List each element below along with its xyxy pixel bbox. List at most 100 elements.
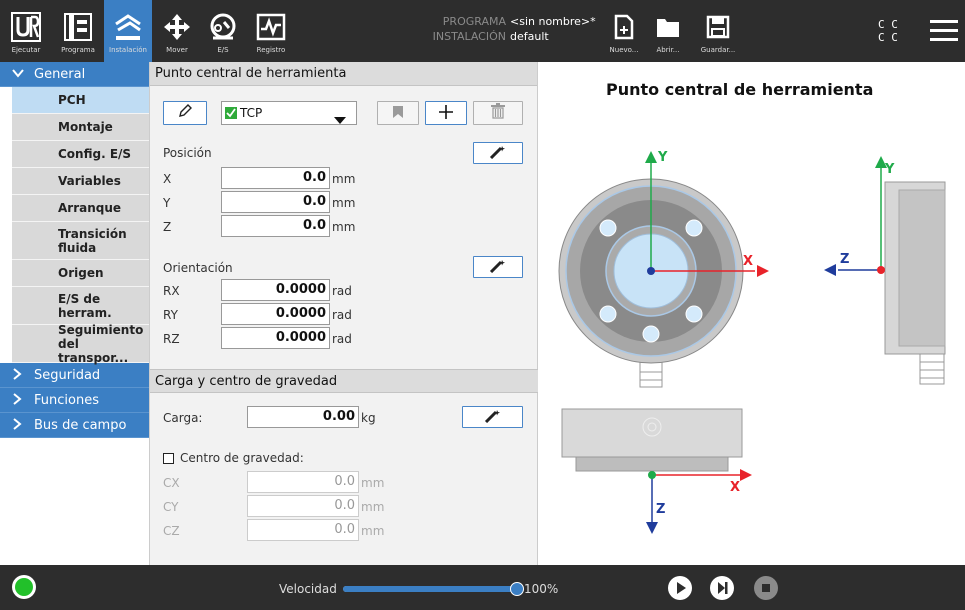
speed-slider-thumb[interactable] [510, 582, 524, 596]
program-icon [63, 10, 93, 44]
new-file-label: Nuevo... [609, 46, 639, 54]
top-x-axis-label: X [730, 480, 741, 495]
top-z-axis-label: Z [656, 502, 666, 517]
magic-wand-icon [484, 408, 502, 427]
payload-field[interactable]: 0.00 [247, 406, 359, 428]
cog-cx-unit: mm [361, 476, 385, 490]
position-y-field[interactable]: 0.0 [221, 191, 330, 213]
program-info: PROGRAMA <sin nombre>* INSTALACIÓN default [430, 14, 596, 44]
trash-icon [491, 103, 505, 123]
position-z-field[interactable]: 0.0 [221, 215, 330, 237]
sidebar-item-transicion[interactable]: Transición fluida [12, 222, 149, 260]
tcp-select-value: TCP [240, 106, 263, 120]
orientation-rz-field[interactable]: 0.0000 [221, 327, 330, 349]
cog-cz-field[interactable]: 0.0 [247, 519, 359, 541]
move-button[interactable]: Mover [156, 0, 198, 62]
move-icon [163, 10, 191, 44]
sidebar-group-label: Seguridad [34, 367, 101, 383]
orientation-label: Orientación [163, 261, 233, 275]
program-key: PROGRAMA [442, 15, 506, 28]
sidebar-group-label: General [34, 66, 86, 82]
sidebar-item-pch[interactable]: PCH [12, 87, 149, 114]
sidebar-item-arranque[interactable]: Arranque [12, 195, 149, 222]
cog-cy-label: CY [163, 500, 179, 514]
ur-logo-icon [11, 10, 41, 44]
sidebar-group-label: Funciones [34, 392, 99, 408]
add-tcp-button[interactable] [425, 101, 467, 125]
bookmark-icon [392, 104, 404, 123]
power-status-button[interactable] [12, 575, 36, 599]
sidebar-item-label: Seguimiento del transpor... [58, 322, 144, 365]
log-button[interactable]: Registro [248, 0, 294, 62]
sidebar-item-label: Config. E/S [58, 147, 132, 161]
save-file-label: Guardar... [700, 46, 736, 54]
tab-installation[interactable]: Instalación [104, 0, 152, 62]
front-y-axis-label: Y [658, 150, 668, 165]
payload-wizard-button[interactable] [462, 406, 523, 428]
speed-slider[interactable] [343, 582, 524, 596]
position-x-unit: mm [332, 172, 356, 186]
new-file-button[interactable]: Nuevo... [602, 0, 646, 62]
cog-checkbox[interactable] [163, 453, 174, 464]
sidebar-item-origen[interactable]: Origen [12, 260, 149, 287]
sidebar-item-es-herram[interactable]: E/S de herram. [12, 287, 149, 325]
delete-tcp-button[interactable] [473, 101, 523, 125]
cc-line-1: C C [878, 18, 898, 31]
cog-cx-field[interactable]: 0.0 [247, 471, 359, 493]
position-label: Posición [163, 146, 212, 160]
sidebar-item-label: PCH [58, 93, 86, 107]
sidebar-item-montaje[interactable]: Montaje [12, 114, 149, 141]
move-label: Mover [166, 46, 188, 54]
open-file-label: Abrir... [656, 46, 680, 54]
cog-label: Centro de gravedad: [180, 451, 304, 465]
orientation-rx-field[interactable]: 0.0000 [221, 279, 330, 301]
position-z-unit: mm [332, 220, 356, 234]
orientation-ry-label: RY [163, 308, 178, 322]
step-button[interactable] [710, 576, 734, 604]
orientation-ry-field[interactable]: 0.0000 [221, 303, 330, 325]
play-icon [668, 576, 692, 600]
top-bar: Ejecutar Programa Instalación Mover E/S … [0, 0, 965, 62]
tab-run[interactable]: Ejecutar [0, 0, 52, 62]
orientation-wizard-button[interactable] [473, 256, 523, 278]
folder-icon [656, 10, 680, 44]
side-y-axis-label: Y [885, 162, 895, 177]
play-button[interactable] [668, 576, 692, 604]
sidebar-group-funciones[interactable]: Funciones [0, 388, 149, 413]
sidebar-group-seguridad[interactable]: Seguridad [0, 363, 149, 388]
tab-installation-label: Instalación [109, 46, 147, 54]
tool-flange-diagram [558, 151, 946, 534]
position-x-field[interactable]: 0.0 [221, 167, 330, 189]
sidebar-item-seguimiento[interactable]: Seguimiento del transpor... [12, 322, 149, 365]
open-file-button[interactable]: Abrir... [648, 0, 688, 62]
program-name: <sin nombre>* [510, 15, 596, 28]
sidebar-item-config-es[interactable]: Config. E/S [12, 141, 149, 168]
speed-percent: 100% [524, 582, 559, 596]
tab-program-label: Programa [61, 46, 95, 54]
orientation-ry-unit: rad [332, 308, 352, 322]
log-label: Registro [256, 46, 286, 54]
io-button[interactable]: E/S [200, 0, 246, 62]
new-file-icon [613, 10, 635, 44]
sidebar-group-bus-de-campo[interactable]: Bus de campo [0, 413, 149, 438]
edit-tcp-name-button[interactable] [163, 101, 207, 125]
cog-cy-field[interactable]: 0.0 [247, 495, 359, 517]
hamburger-menu-icon[interactable] [930, 18, 958, 46]
save-file-button[interactable]: Guardar... [694, 0, 742, 62]
tab-program[interactable]: Programa [53, 0, 103, 62]
magic-wand-icon [489, 144, 507, 163]
orientation-rx-unit: rad [332, 284, 352, 298]
status-indicator-icon [15, 578, 33, 596]
dropdown-arrow-icon [334, 110, 346, 129]
stop-button[interactable] [754, 576, 778, 604]
sidebar-item-variables[interactable]: Variables [12, 168, 149, 195]
sidebar-group-general[interactable]: General [0, 62, 149, 87]
footer-bar: Velocidad 100% [0, 565, 965, 610]
stop-icon [754, 576, 778, 600]
save-icon [706, 10, 730, 44]
set-default-tcp-button[interactable] [377, 101, 419, 125]
tcp-select[interactable]: TCP [221, 101, 357, 125]
sidebar-item-label: Arranque [58, 201, 122, 215]
position-wizard-button[interactable] [473, 142, 523, 164]
sidebar-group-label: Bus de campo [34, 417, 127, 433]
